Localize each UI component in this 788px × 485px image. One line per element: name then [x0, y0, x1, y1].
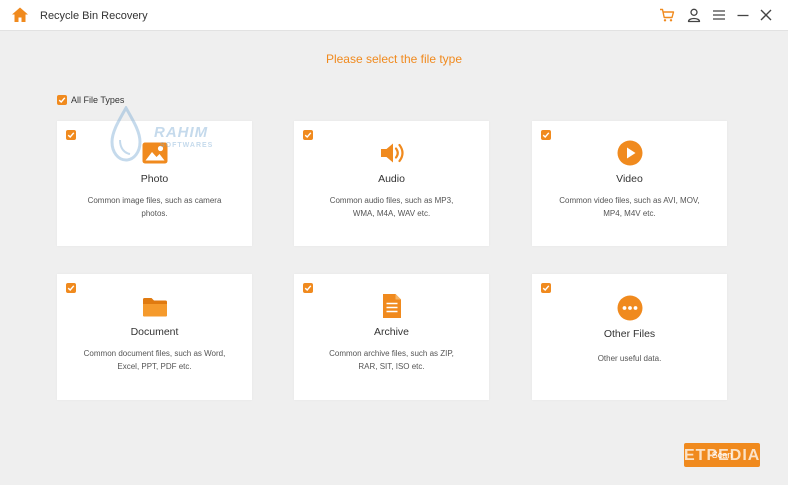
- card-document[interactable]: Document Common document files, such as …: [57, 274, 252, 400]
- card-title: Archive: [373, 326, 409, 338]
- video-icon: [616, 139, 644, 167]
- card-checkbox-other-files[interactable]: [541, 283, 551, 293]
- card-description: Common audio files, such as MP3, WMA, M4…: [329, 196, 454, 218]
- card-title: Audio: [378, 173, 405, 185]
- audio-icon: [378, 139, 406, 167]
- card-description: Common image files, such as camera photo…: [87, 196, 222, 218]
- home-icon[interactable]: [11, 6, 29, 24]
- card-description: Common video files, such as AVI, MOV, MP…: [559, 196, 700, 218]
- card-checkbox-audio[interactable]: [303, 130, 313, 140]
- card-video[interactable]: Video Common video files, such as AVI, M…: [532, 121, 727, 246]
- menu-icon[interactable]: [711, 7, 727, 23]
- card-title: Photo: [140, 173, 169, 185]
- card-title: Other Files: [603, 328, 656, 340]
- card-description: Common document files, such as Word, Exc…: [83, 349, 226, 371]
- card-checkbox-video[interactable]: [541, 130, 551, 140]
- cart-icon[interactable]: [659, 7, 675, 23]
- close-icon[interactable]: [758, 7, 774, 23]
- card-checkbox-photo[interactable]: [66, 130, 76, 140]
- page-heading: Please select the file type: [325, 52, 463, 66]
- all-file-types-label: All File Types: [71, 94, 125, 105]
- card-photo[interactable]: Photo Common image files, such as camera…: [57, 121, 252, 246]
- folder-icon: [141, 293, 169, 321]
- scan-button[interactable]: Scan: [684, 443, 760, 467]
- card-title: Video: [616, 173, 643, 185]
- photo-icon: [141, 139, 169, 167]
- app-title: Recycle Bin Recovery: [40, 10, 148, 22]
- title-bar: Recycle Bin Recovery: [0, 0, 788, 31]
- card-audio[interactable]: Audio Common audio files, such as MP3, W…: [294, 121, 489, 246]
- card-checkbox-archive[interactable]: [303, 283, 313, 293]
- card-title: Document: [130, 326, 179, 338]
- archive-icon: [378, 292, 406, 320]
- checkbox-checked-icon[interactable]: [57, 94, 67, 105]
- card-archive[interactable]: Archive Common archive files, such as ZI…: [294, 274, 489, 400]
- user-icon[interactable]: [686, 7, 702, 23]
- minimize-icon[interactable]: [735, 7, 751, 23]
- more-icon: [616, 294, 644, 322]
- card-description: Common archive files, such as ZIP, RAR, …: [329, 349, 454, 371]
- card-description: Other useful data.: [597, 354, 662, 363]
- card-other-files[interactable]: Other Files Other useful data.: [532, 274, 727, 400]
- card-checkbox-document[interactable]: [66, 283, 76, 293]
- all-file-types-checkbox[interactable]: All File Types: [57, 93, 124, 106]
